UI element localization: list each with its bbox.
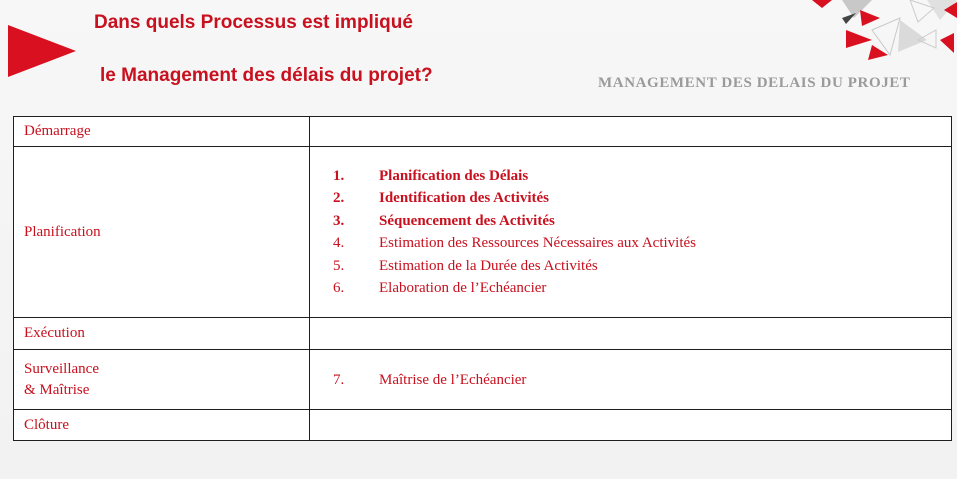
process-number: 3.	[333, 212, 345, 229]
process-item: 1. Planification des Délais	[333, 165, 951, 188]
red-arrow-icon	[8, 25, 76, 77]
slide: Dans quels Processus est impliqué le Man…	[0, 0, 957, 479]
phase-cell: Clôture	[13, 409, 310, 441]
title-line-2: le Management des délais du projet?	[100, 65, 433, 86]
phase-cell: Surveillance & Maîtrise	[13, 349, 310, 410]
phase-cell: Planification	[13, 146, 310, 318]
process-cell	[309, 409, 952, 441]
process-cell: 7. Maîtrise de l’Echéancier	[309, 349, 952, 410]
process-item: 4. Estimation des Ressources Nécessaires …	[333, 232, 951, 255]
process-number: 6.	[333, 280, 345, 296]
process-number: 4.	[333, 235, 345, 251]
process-list: 1. Planification des Délais 2. Identificati…	[310, 165, 951, 300]
decorative-triangles-icon	[812, 0, 957, 60]
process-item: 7. Maîtrise de l’Echéancier	[333, 369, 951, 391]
process-table: Démarrage Planification 1. Planification de…	[13, 116, 952, 441]
process-name: Elaboration de l’Echéancier	[379, 280, 547, 296]
phase-label: Clôture	[24, 416, 69, 433]
process-number: 7.	[333, 371, 345, 388]
process-name: Séquencement des Activités	[379, 212, 555, 229]
process-name: Maîtrise de l’Echéancier	[379, 371, 527, 388]
process-list: 7. Maîtrise de l’Echéancier	[310, 369, 951, 391]
process-name: Identification des Activités	[379, 190, 549, 206]
process-number: 2.	[333, 190, 345, 206]
process-item: 5. Estimation de la Durée des Activités	[333, 255, 951, 278]
phase-label: Exécution	[24, 325, 85, 341]
process-item: 2. Identification des Activités	[333, 187, 951, 210]
phase-label: Planification	[24, 223, 101, 240]
table-row: Planification 1. Planification des Délais 2…	[13, 146, 952, 318]
process-number: 1.	[333, 167, 345, 184]
phase-label: Démarrage	[24, 123, 91, 139]
phase-cell: Exécution	[13, 317, 310, 350]
section-label: MANAGEMENT DES DELAIS DU PROJET	[598, 75, 911, 91]
table-row: Exécution	[13, 317, 952, 350]
phase-label: & Maîtrise	[24, 381, 90, 398]
process-cell: 1. Planification des Délais 2. Identificati…	[309, 146, 952, 318]
title-line-1: Dans quels Processus est impliqué	[94, 12, 413, 33]
process-item: 3. Séquencement des Activités	[333, 210, 951, 233]
phase-label: Surveillance	[24, 360, 99, 377]
process-cell	[309, 116, 952, 147]
table-row: Clôture	[13, 409, 952, 441]
table-row: Démarrage	[13, 116, 952, 147]
process-name: Estimation de la Durée des Activités	[379, 257, 598, 274]
process-name: Planification des Délais	[379, 167, 529, 184]
process-number: 5.	[333, 257, 345, 274]
process-name: Estimation des Ressources Nécessaires au…	[379, 235, 697, 251]
process-item: 6. Elaboration de l’Echéancier	[333, 277, 951, 300]
process-cell	[309, 317, 952, 350]
phase-cell: Démarrage	[13, 116, 310, 147]
table-row: Surveillance & Maîtrise 7. Maîtrise de l’Ec…	[13, 349, 952, 410]
